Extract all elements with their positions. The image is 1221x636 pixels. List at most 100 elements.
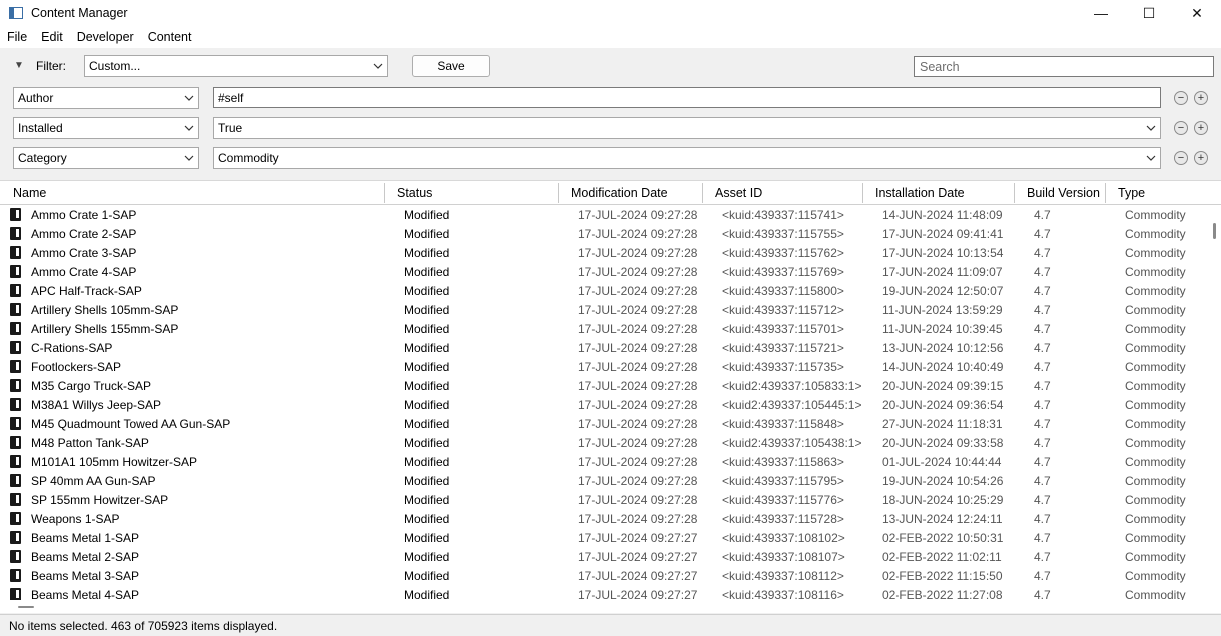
remove-filter-button[interactable]: − [1174,151,1188,165]
cell-build-version: 4.7 [1034,587,1051,601]
table-row[interactable]: Beams Metal 4-SAP Modified 17-JUL-2024 09:… [0,585,1210,600]
filter-value-input-author[interactable] [213,87,1161,108]
close-button[interactable]: ✕ [1173,0,1221,26]
table-row[interactable]: M38A1 Willys Jeep-SAP Modified 17-JUL-2024… [0,395,1210,414]
cell-installation-date: 11-JUN-2024 13:59:29 [882,302,1003,317]
cell-build-version: 4.7 [1034,207,1051,222]
table-row[interactable]: Ammo Crate 3-SAP Modified 17-JUL-2024 09:2… [0,243,1210,262]
cell-modification-date: 17-JUL-2024 09:27:28 [578,511,698,526]
menu-file[interactable]: File [0,30,34,44]
filter-collapse-icon[interactable]: ▼ [14,60,24,71]
column-header-name[interactable]: Name [0,181,385,205]
cell-build-version: 4.7 [1034,492,1051,507]
menu-content[interactable]: Content [141,30,199,44]
cell-type: Commodity [1125,435,1186,450]
chevron-down-icon [184,151,194,165]
minimize-button[interactable]: — [1077,0,1125,26]
table-row[interactable]: M45 Quadmount Towed AA Gun-SAP Modified 17… [0,414,1210,433]
cell-asset-id: <kuid:439337:115795> [722,473,844,488]
cell-modification-date: 17-JUL-2024 09:27:28 [578,473,698,488]
table-row[interactable]: Ammo Crate 1-SAP Modified 17-JUL-2024 09:2… [0,205,1210,224]
cell-type: Commodity [1125,416,1186,431]
table-row[interactable]: M101A1 105mm Howitzer-SAP Modified 17-JUL-… [0,452,1210,471]
cell-asset-id: <kuid:439337:108102> [722,530,845,545]
add-filter-button[interactable]: + [1194,121,1208,135]
table-row[interactable]: C-Rations-SAP Modified 17-JUL-2024 09:27:2… [0,338,1210,357]
scrollbar-thumb[interactable] [1213,223,1216,239]
filter-value-select-installed[interactable]: True [213,117,1161,139]
filter-field-select-author[interactable]: Author [13,87,199,109]
table-row[interactable]: Ammo Crate 4-SAP Modified 17-JUL-2024 09:2… [0,262,1210,281]
filter-preset-select[interactable]: Custom... [84,55,388,77]
table-row[interactable]: M35 Cargo Truck-SAP Modified 17-JUL-2024 0… [0,376,1210,395]
asset-icon [10,398,21,411]
add-filter-button[interactable]: + [1194,151,1208,165]
cell-type: Commodity [1125,587,1186,601]
cell-status: Modified [404,473,450,488]
cell-installation-date: 19-JUN-2024 12:50:07 [882,283,1004,298]
cell-asset-id: <kuid2:439337:105438:1> [722,435,862,450]
column-header-type[interactable]: Type [1105,181,1210,205]
chevron-down-icon [1146,151,1156,165]
window-title: Content Manager [31,6,128,20]
table-row[interactable]: Beams Metal 1-SAP Modified 17-JUL-2024 09:… [0,528,1210,547]
table-row[interactable]: SP 40mm AA Gun-SAP Modified 17-JUL-2024 09… [0,471,1210,490]
cell-status: Modified [404,435,450,450]
cell-modification-date: 17-JUL-2024 09:27:28 [578,207,698,222]
cell-asset-id: <kuid:439337:108107> [722,549,845,564]
cell-modification-date: 17-JUL-2024 09:27:28 [578,283,698,298]
cell-installation-date: 13-JUN-2024 12:24:11 [882,511,1003,526]
cell-build-version: 4.7 [1034,530,1051,545]
column-header-asset-id[interactable]: Asset ID [702,181,863,205]
asset-icon [10,379,21,392]
cell-type: Commodity [1125,454,1186,469]
table-row[interactable]: Footlockers-SAP Modified 17-JUL-2024 09:27… [0,357,1210,376]
cell-modification-date: 17-JUL-2024 09:27:28 [578,302,698,317]
filter-value-select-category[interactable]: Commodity [213,147,1161,169]
table-row[interactable]: Beams Metal 3-SAP Modified 17-JUL-2024 09:… [0,566,1210,585]
filter-field-select-category[interactable]: Category [13,147,199,169]
table-row[interactable]: Beams Metal 2-SAP Modified 17-JUL-2024 09:… [0,547,1210,566]
table-row[interactable]: Weapons 1-SAP Modified 17-JUL-2024 09:27:2… [0,509,1210,528]
horizontal-scrollbar[interactable] [0,600,1221,613]
asset-icon [10,550,21,563]
table-row[interactable]: SP 155mm Howitzer-SAP Modified 17-JUL-2024… [0,490,1210,509]
add-filter-button[interactable]: + [1194,91,1208,105]
save-button[interactable]: Save [412,55,490,77]
menu-developer[interactable]: Developer [70,30,141,44]
table-row[interactable]: Artillery Shells 155mm-SAP Modified 17-JUL… [0,319,1210,338]
cell-modification-date: 17-JUL-2024 09:27:28 [578,378,698,393]
filter-field-select-installed[interactable]: Installed [13,117,199,139]
cell-modification-date: 17-JUL-2024 09:27:28 [578,264,698,279]
cell-name: Beams Metal 1-SAP [31,530,140,545]
cell-name: M101A1 105mm Howitzer-SAP [31,454,198,469]
cell-asset-id: <kuid:439337:115712> [722,302,844,317]
cell-name: M45 Quadmount Towed AA Gun-SAP [31,416,231,431]
cell-build-version: 4.7 [1034,549,1051,564]
table-row[interactable]: M48 Patton Tank-SAP Modified 17-JUL-2024 0… [0,433,1210,452]
menu-edit[interactable]: Edit [34,30,70,44]
table-row[interactable]: APC Half-Track-SAP Modified 17-JUL-2024 09… [0,281,1210,300]
cell-type: Commodity [1125,321,1186,336]
search-input[interactable] [914,56,1214,77]
asset-icon [10,493,21,506]
column-header-build-version[interactable]: Build Version [1014,181,1106,205]
table-row[interactable]: Artillery Shells 105mm-SAP Modified 17-JUL… [0,300,1210,319]
cell-modification-date: 17-JUL-2024 09:27:27 [578,587,698,601]
cell-installation-date: 02-FEB-2022 11:15:50 [882,568,1003,583]
cell-status: Modified [404,226,450,241]
column-header-installation-date[interactable]: Installation Date [862,181,1015,205]
remove-filter-button[interactable]: − [1174,121,1188,135]
column-header-modification-date[interactable]: Modification Date [558,181,703,205]
asset-icon [10,531,21,544]
vertical-scrollbar[interactable] [1210,205,1221,600]
asset-icon [10,341,21,354]
cell-name: SP 155mm Howitzer-SAP [31,492,169,507]
cell-name: Ammo Crate 1-SAP [31,207,137,222]
cell-modification-date: 17-JUL-2024 09:27:28 [578,435,698,450]
column-header-status[interactable]: Status [384,181,559,205]
table-row[interactable]: Ammo Crate 2-SAP Modified 17-JUL-2024 09:2… [0,224,1210,243]
maximize-button[interactable]: ☐ [1125,0,1173,26]
remove-filter-button[interactable]: − [1174,91,1188,105]
scrollbar-thumb[interactable] [18,606,34,608]
